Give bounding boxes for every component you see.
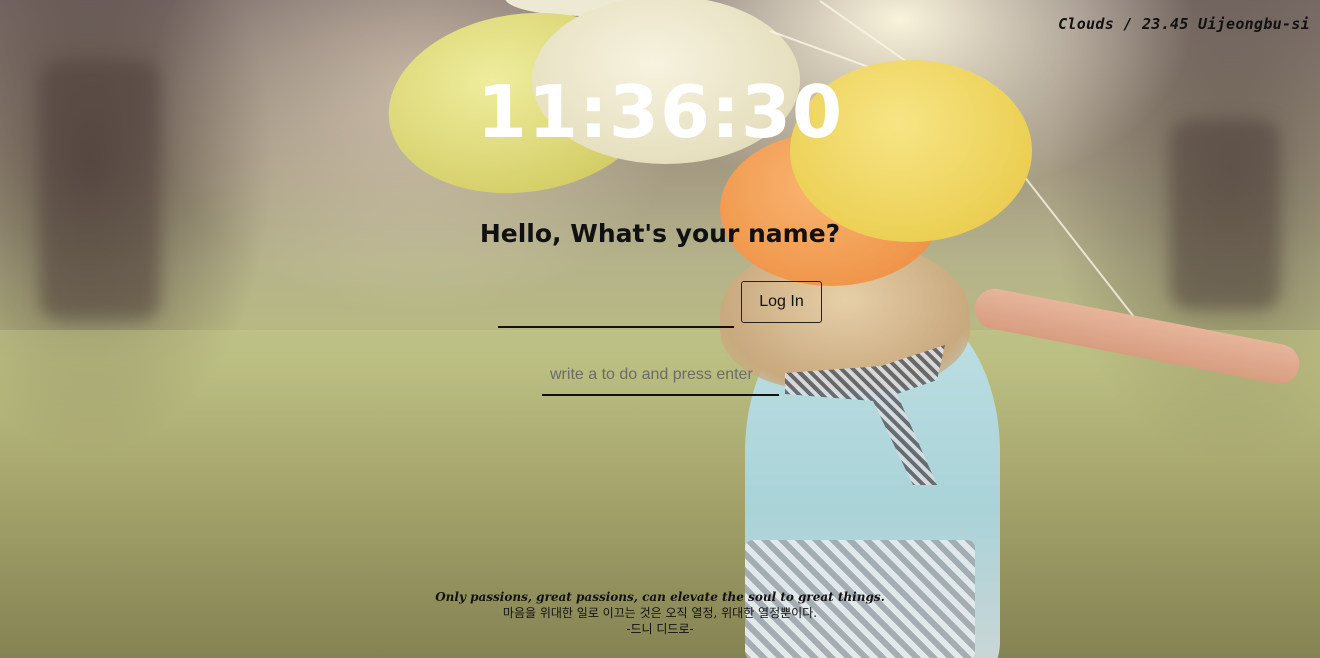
login-button[interactable]: Log In bbox=[741, 281, 822, 323]
greeting-text: Hello, What's your name? bbox=[479, 219, 841, 248]
quote-english: Only passions, great passions, can eleva… bbox=[435, 590, 885, 604]
quote-author: -드니 디드로- bbox=[626, 622, 694, 636]
weather-display: Clouds / 23.45 Uijeongbu-si bbox=[1058, 15, 1310, 33]
quote-block: Only passions, great passions, can eleva… bbox=[0, 589, 1320, 637]
todo-input[interactable] bbox=[542, 356, 779, 396]
quote-korean: 마음을 위대한 일로 이끄는 것은 오직 열정, 위대한 열정뿐이다. bbox=[502, 606, 818, 620]
name-input[interactable] bbox=[498, 298, 734, 328]
clock: 11:36:30 bbox=[476, 70, 844, 154]
